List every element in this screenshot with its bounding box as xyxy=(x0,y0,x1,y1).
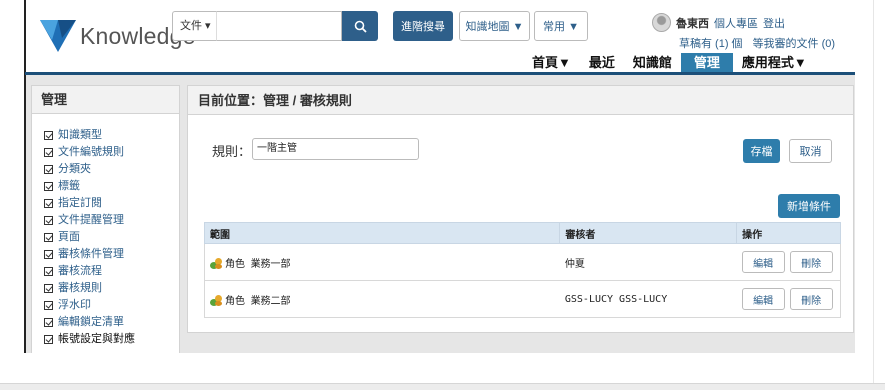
table-row: 角色 業務二部 GSS-LUCY GSS-LUCY 編輯 刪除 xyxy=(203,280,841,318)
sidebar-item-account-settings[interactable]: 帳號設定與對應 xyxy=(44,331,179,348)
checkbox-icon xyxy=(44,216,53,225)
role-icon xyxy=(210,295,222,307)
actions-cell: 編輯 刪除 xyxy=(736,243,841,281)
search-button[interactable] xyxy=(342,11,378,41)
common-menu-button[interactable]: 常用 ▼ xyxy=(534,11,588,41)
sidebar-item-label: 審核規則 xyxy=(58,282,102,294)
cancel-button[interactable]: 取消 xyxy=(789,139,832,163)
checkbox-icon xyxy=(44,233,53,242)
advanced-search-button[interactable]: 進階搜尋 xyxy=(393,11,453,41)
sidebar-item-watermark[interactable]: 浮水印 xyxy=(44,297,179,314)
delete-button[interactable]: 刪除 xyxy=(789,288,833,310)
sidebar-list: 知識類型 文件編號規則 分類夾 標籤 指定訂閱 文件提醒管理 頁面 審核條件管理… xyxy=(32,114,179,348)
scope-cell: 角色 業務二部 xyxy=(203,280,560,318)
sidebar-item-label: 標籤 xyxy=(58,180,80,192)
logo-icon xyxy=(40,20,76,52)
sidebar-item-review-rules[interactable]: 審核規則 xyxy=(44,280,179,297)
knowledge-map-button[interactable]: 知識地圖 ▼ xyxy=(459,11,530,41)
scope-type: 角色 xyxy=(225,295,245,307)
column-header-scope: 範圍 xyxy=(203,222,561,244)
user-area: 魯東西 個人專區 登出 草稿有 (1) 個 等我審的文件 (0) xyxy=(652,13,835,51)
scope-name: 業務二部 xyxy=(250,295,291,307)
reviewer-cell: 仲夏 xyxy=(559,243,737,281)
table-row: 角色 業務一部 仲夏 編輯 刪除 xyxy=(203,243,841,281)
sidebar-item-knowledge-types[interactable]: 知識類型 xyxy=(44,127,179,144)
checkbox-icon xyxy=(44,199,53,208)
sidebar-item-label: 指定訂閱 xyxy=(58,197,102,209)
sidebar-item-label: 審核條件管理 xyxy=(58,248,124,260)
rule-label: 規則： xyxy=(212,144,252,159)
save-button[interactable]: 存檔 xyxy=(743,139,780,163)
sidebar-item-label: 文件提醒管理 xyxy=(58,214,124,226)
main-nav: 首頁▼ 最近 知識館 管理 應用程式▼ xyxy=(523,53,816,73)
scope-name: 業務一部 xyxy=(250,258,291,270)
drafts-link[interactable]: 草稿有 (1) 個 xyxy=(679,35,743,51)
sidebar-item-review-conditions[interactable]: 審核條件管理 xyxy=(44,246,179,263)
sidebar-item-label: 編輯鎖定清單 xyxy=(58,316,124,328)
breadcrumb: 目前位置：管理 / 審核規則 xyxy=(188,86,853,115)
nav-home[interactable]: 首頁▼ xyxy=(523,53,580,73)
search-icon xyxy=(354,20,367,33)
search-input[interactable] xyxy=(216,11,342,41)
sidebar-item-label: 頁面 xyxy=(58,231,80,243)
scope-type: 角色 xyxy=(225,258,245,270)
pending-review-link[interactable]: 等我審的文件 (0) xyxy=(753,35,836,51)
rule-name-field[interactable]: 一階主管 xyxy=(252,138,419,160)
search-scope-select[interactable]: 文件 ▾ xyxy=(172,11,216,41)
user-name: 魯東西 xyxy=(676,17,709,30)
checkbox-icon xyxy=(44,165,53,174)
role-icon xyxy=(210,258,222,270)
actions-cell: 編輯 刪除 xyxy=(736,280,841,318)
nav-admin[interactable]: 管理 xyxy=(680,53,733,73)
chevron-down-icon: ▾ xyxy=(202,20,211,32)
sidebar-item-doc-number-rules[interactable]: 文件編號規則 xyxy=(44,144,179,161)
sidebar-item-folders[interactable]: 分類夾 xyxy=(44,161,179,178)
checkbox-icon xyxy=(44,182,53,191)
sidebar-item-label: 知識類型 xyxy=(58,129,102,141)
edit-button[interactable]: 編輯 xyxy=(741,251,785,273)
search-scope-label: 文件 xyxy=(180,20,202,32)
checkbox-icon xyxy=(44,250,53,259)
sidebar-item-edit-lock-list[interactable]: 編輯鎖定清單 xyxy=(44,314,179,331)
checkbox-icon xyxy=(44,131,53,140)
main-panel: 目前位置：管理 / 審核規則 規則： 一階主管 存檔 取消 新增條件 範圍 審核… xyxy=(187,85,854,333)
sidebar-item-label: 審核流程 xyxy=(58,265,102,277)
sidebar-title: 管理 xyxy=(32,86,179,114)
sidebar-item-label: 分類夾 xyxy=(58,163,91,175)
conditions-table: 範圍 審核者 操作 角色 業務一部 仲夏 編輯 刪除 角色 業務二部 GSS-LU… xyxy=(203,222,841,318)
delete-button[interactable]: 刪除 xyxy=(789,251,833,273)
sidebar-item-label: 文件編號規則 xyxy=(58,146,124,158)
sidebar-item-reminders[interactable]: 文件提醒管理 xyxy=(44,212,179,229)
logout-link[interactable]: 登出 xyxy=(763,15,785,31)
add-condition-button[interactable]: 新增條件 xyxy=(778,194,840,218)
nav-recent[interactable]: 最近 xyxy=(580,53,624,73)
nav-apps[interactable]: 應用程式▼ xyxy=(733,53,816,73)
sidebar-item-review-flow[interactable]: 審核流程 xyxy=(44,263,179,280)
divider xyxy=(873,0,874,383)
sidebar-item-subscriptions[interactable]: 指定訂閱 xyxy=(44,195,179,212)
bottom-strip xyxy=(0,383,885,390)
scope-cell: 角色 業務一部 xyxy=(203,243,560,281)
search-bar: 文件 ▾ xyxy=(172,11,378,41)
checkbox-icon xyxy=(44,301,53,310)
column-header-reviewer: 審核者 xyxy=(559,222,738,244)
personal-area-link[interactable]: 個人專區 xyxy=(714,15,758,31)
edit-button[interactable]: 編輯 xyxy=(741,288,785,310)
checkbox-icon xyxy=(44,318,53,327)
column-header-actions: 操作 xyxy=(736,222,841,244)
sidebar-item-label: 帳號設定與對應 xyxy=(58,333,135,345)
avatar[interactable] xyxy=(652,13,671,32)
checkbox-icon xyxy=(44,148,53,157)
table-header-row: 範圍 審核者 操作 xyxy=(203,222,841,244)
sidebar: 管理 知識類型 文件編號規則 分類夾 標籤 指定訂閱 文件提醒管理 頁面 審核條… xyxy=(31,85,180,353)
sidebar-item-pages[interactable]: 頁面 xyxy=(44,229,179,246)
sidebar-item-tags[interactable]: 標籤 xyxy=(44,178,179,195)
checkbox-icon xyxy=(44,267,53,276)
reviewer-cell: GSS-LUCY GSS-LUCY xyxy=(559,280,737,318)
checkbox-icon xyxy=(44,335,53,344)
sidebar-item-label: 浮水印 xyxy=(58,299,91,311)
nav-library[interactable]: 知識館 xyxy=(624,53,681,73)
checkbox-icon xyxy=(44,284,53,293)
